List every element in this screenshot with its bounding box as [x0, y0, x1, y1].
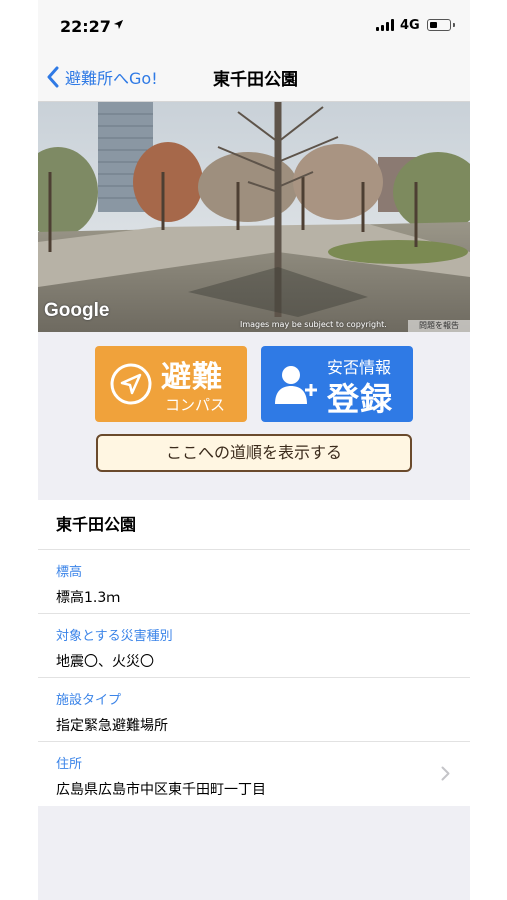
action-area: 避難 コンパス 安否情報 登録 ここへの道順を表示する: [38, 332, 470, 500]
info-list: 東千田公園 標高 標高1.3ｍ 対象とする災害種別 地震〇、火災〇 施設タイプ …: [38, 500, 470, 806]
info-label: 対象とする災害種別: [56, 629, 173, 644]
chevron-left-icon: [47, 66, 59, 88]
info-row-disaster-types: 対象とする災害種別 地震〇、火災〇: [38, 614, 470, 678]
back-button[interactable]: 避難所へGo!: [46, 64, 158, 90]
network-type: 4G: [400, 18, 420, 33]
status-time: 22:27: [60, 17, 111, 36]
safety-info-register-button[interactable]: 安否情報 登録: [261, 346, 413, 422]
compass-button-title: 避難: [161, 360, 223, 395]
info-label: 住所: [56, 757, 83, 772]
signal-icon: [376, 19, 396, 31]
info-label: 標高: [56, 565, 83, 580]
nav-bar: 避難所へGo! 東千田公園: [38, 52, 470, 102]
location-arrow-icon: [113, 19, 124, 30]
street-view-scene: [38, 102, 470, 332]
register-button-title: 登録: [327, 380, 394, 418]
info-row-elevation: 標高 標高1.3ｍ: [38, 550, 470, 614]
page-title: 東千田公園: [213, 70, 298, 90]
street-view-image[interactable]: Google Images may be subject to copyrigh…: [38, 102, 470, 332]
chevron-right-icon: [441, 766, 450, 781]
info-value: 標高1.3ｍ: [56, 590, 121, 606]
compass-arrow-icon: [110, 363, 152, 405]
back-label: 避難所へGo!: [65, 69, 158, 88]
evacuation-compass-button[interactable]: 避難 コンパス: [95, 346, 247, 422]
info-value: 指定緊急避難場所: [56, 718, 168, 734]
info-row-address[interactable]: 住所 広島県広島市中区東千田町一丁目: [38, 742, 470, 806]
info-value: 地震〇、火災〇: [56, 654, 154, 670]
info-value: 広島県広島市中区東千田町一丁目: [56, 782, 266, 798]
report-problem-link[interactable]: 問題を報告: [408, 320, 470, 332]
compass-button-subtitle: コンパス: [165, 396, 226, 414]
google-logo: Google: [44, 300, 110, 321]
copyright-text: Images may be subject to copyright.: [240, 320, 387, 329]
person-add-icon: [275, 366, 317, 404]
facility-name: 東千田公園: [38, 500, 470, 550]
battery-icon: [427, 19, 455, 31]
info-label: 施設タイプ: [56, 693, 122, 708]
info-row-facility-type: 施設タイプ 指定緊急避難場所: [38, 678, 470, 742]
show-directions-button[interactable]: ここへの道順を表示する: [96, 434, 412, 472]
phone-screen: 22:27 4G 避難所へGo! 東千田公園 Google Images may…: [38, 0, 470, 900]
status-bar: 22:27 4G: [38, 0, 470, 52]
